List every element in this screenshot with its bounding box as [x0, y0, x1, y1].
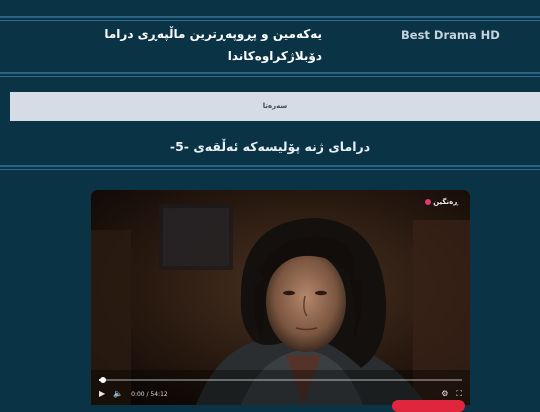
action-button[interactable]	[392, 400, 465, 412]
play-icon[interactable]: ▶	[99, 389, 105, 399]
page-title: درامای ژنە پۆلیسەکە ئەڵقەی -5-	[169, 139, 371, 154]
logo-dot-icon	[425, 199, 432, 205]
volume-icon[interactable]: 🔈	[113, 389, 123, 399]
video-frame[interactable]	[91, 190, 470, 405]
header-bottom-rule-2	[0, 76, 540, 77]
navigation-bar: سەرەتا	[10, 92, 540, 121]
site-brand[interactable]: Best Drama HD	[401, 28, 500, 42]
channel-watermark: ڕەنگین	[425, 198, 458, 206]
video-player[interactable]: ڕەنگین ▶ 🔈 0:00 / 54:12 ⚙ ⛶	[91, 190, 470, 405]
progress-bar[interactable]	[99, 377, 462, 383]
settings-icon[interactable]: ⚙	[441, 389, 448, 399]
player-controls: ▶ 🔈 0:00 / 54:12 ⚙ ⛶	[99, 387, 462, 401]
watermark-text: ڕەنگین	[433, 198, 458, 206]
fullscreen-icon[interactable]: ⛶	[456, 389, 462, 399]
progress-thumb[interactable]	[99, 377, 106, 383]
nav-item-home[interactable]: سەرەتا	[10, 92, 540, 121]
site-tagline: یەکەمین و پڕوپەڕترین ماڵپەڕی دراما دۆبلا…	[104, 27, 322, 63]
header-top-rule	[0, 16, 540, 18]
header-bottom-rule	[0, 72, 540, 74]
title-bottom-rule-2	[0, 169, 540, 170]
title-bottom-rule	[0, 165, 540, 167]
time-display: 0:00 / 54:12	[131, 390, 168, 398]
header-top-rule-2	[0, 20, 540, 21]
